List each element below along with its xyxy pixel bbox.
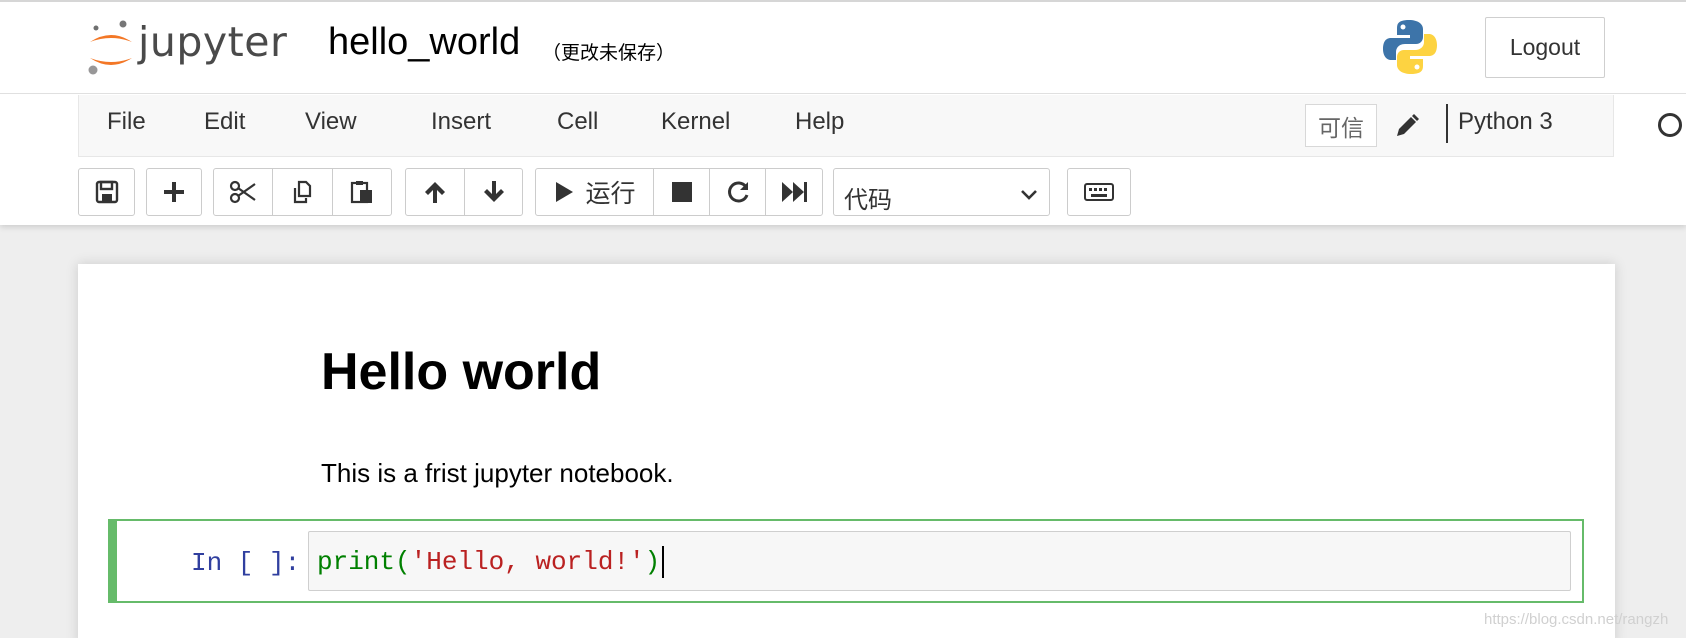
move-down-button[interactable] xyxy=(464,168,523,216)
cell-type-value: 代码 xyxy=(844,187,892,214)
code-string: 'Hello, world!' xyxy=(410,546,645,577)
code-builtin: print xyxy=(317,546,396,577)
cell-type-select[interactable]: 代码 xyxy=(833,168,1050,216)
toolbar-group-run: 运行 xyxy=(535,168,823,216)
insert-cell-button[interactable] xyxy=(146,168,202,216)
copy-icon xyxy=(293,180,311,204)
chevron-down-icon xyxy=(1021,190,1037,200)
header-bar: jupyter hello_world （更改未保存） Logout xyxy=(0,4,1686,94)
pencil-icon[interactable] xyxy=(1392,111,1422,141)
header: jupyter hello_world （更改未保存） Logout File … xyxy=(0,0,1686,225)
kernel-name[interactable]: Python 3 xyxy=(1458,108,1553,136)
copy-button[interactable] xyxy=(272,168,333,216)
python-logo-icon xyxy=(1380,17,1440,77)
paste-icon xyxy=(350,181,372,204)
menu-view[interactable]: View xyxy=(305,108,357,136)
code-close-paren: ) xyxy=(644,546,661,577)
move-up-button[interactable] xyxy=(405,168,465,216)
logout-button[interactable]: Logout xyxy=(1485,17,1605,78)
toolbar-group-keyboard xyxy=(1067,168,1131,216)
input-prompt: In [ ]: xyxy=(191,548,301,578)
arrow-down-icon xyxy=(483,181,504,202)
markdown-paragraph[interactable]: This is a frist jupyter notebook. xyxy=(321,458,674,489)
menu-kernel[interactable]: Kernel xyxy=(661,108,730,136)
menu-cell[interactable]: Cell xyxy=(557,108,598,136)
restart-icon xyxy=(727,181,748,203)
run-button[interactable]: 运行 xyxy=(535,168,654,216)
save-status: （更改未保存） xyxy=(542,43,676,64)
menu-file[interactable]: File xyxy=(107,108,146,136)
toolbar-group-save xyxy=(78,168,135,216)
restart-run-all-button[interactable] xyxy=(765,168,823,216)
menu-insert[interactable]: Insert xyxy=(431,108,491,136)
arrow-up-icon xyxy=(425,182,445,203)
notebook-name[interactable]: hello_world xyxy=(328,21,520,64)
fast-forward-icon xyxy=(782,182,807,202)
cut-icon xyxy=(229,180,256,204)
kernel-separator xyxy=(1446,104,1448,143)
toolbar-group-move xyxy=(405,168,523,216)
cut-button[interactable] xyxy=(213,168,273,216)
code-line: print('Hello, world!') xyxy=(317,546,665,578)
save-icon xyxy=(95,180,118,204)
command-palette-button[interactable] xyxy=(1067,168,1131,216)
trusted-indicator[interactable]: 可信 xyxy=(1305,104,1377,147)
keyboard-icon xyxy=(1084,183,1114,201)
jupyter-logo[interactable]: jupyter xyxy=(86,14,306,80)
code-cell[interactable]: In [ ]: print('Hello, world!') xyxy=(108,519,1584,603)
code-editor[interactable]: print('Hello, world!') xyxy=(308,531,1571,591)
save-button[interactable] xyxy=(78,168,135,216)
text-cursor xyxy=(662,546,665,578)
restart-button[interactable] xyxy=(709,168,766,216)
menubar: File Edit View Insert Cell Kernel Help 可… xyxy=(78,95,1682,157)
menu-help[interactable]: Help xyxy=(795,108,844,136)
interrupt-button[interactable] xyxy=(653,168,710,216)
menu-edit[interactable]: Edit xyxy=(204,108,245,136)
plus-icon xyxy=(164,182,184,202)
stop-icon xyxy=(671,182,692,202)
notebook-container: Hello world This is a frist jupyter note… xyxy=(78,264,1615,638)
jupyter-logo-text: jupyter xyxy=(138,18,288,66)
run-label: 运行 xyxy=(585,180,636,208)
code-open-paren: ( xyxy=(395,546,411,577)
kernel-status-icon xyxy=(1658,113,1682,137)
markdown-heading[interactable]: Hello world xyxy=(321,342,601,402)
toolbar-group-insert xyxy=(146,168,202,216)
watermark: https://blog.csdn.net/rangzh xyxy=(1484,611,1669,628)
paste-button[interactable] xyxy=(332,168,392,216)
toolbar-group-clipboard xyxy=(213,168,392,216)
jupyter-logo-icon xyxy=(88,20,132,75)
play-icon xyxy=(556,182,574,202)
